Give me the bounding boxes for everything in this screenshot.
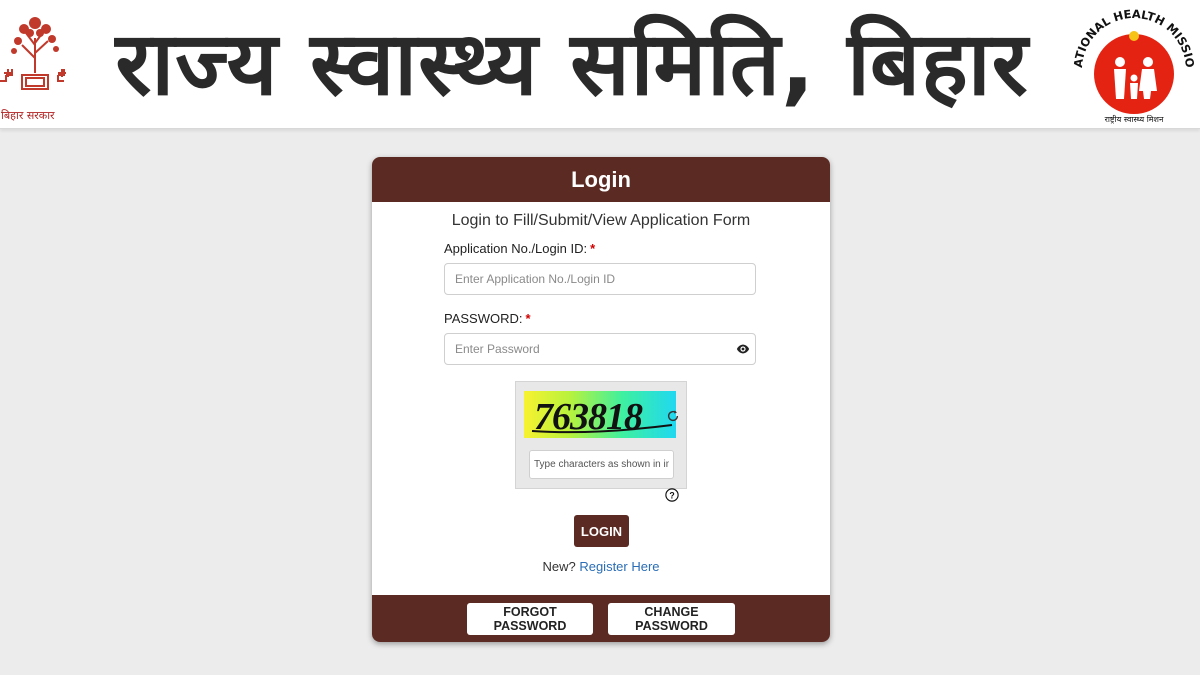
- help-icon[interactable]: ?: [665, 488, 679, 502]
- password-label: PASSWORD: *: [444, 311, 531, 326]
- register-link[interactable]: Register Here: [579, 559, 659, 574]
- svg-text:?: ?: [669, 491, 674, 501]
- login-id-label-text: Application No./Login ID:: [444, 241, 588, 256]
- required-marker: *: [525, 311, 531, 326]
- header-banner: बिहार सरकार राज्य स्वास्थ्य समिति, बिहार…: [0, 0, 1200, 129]
- password-input[interactable]: [444, 333, 756, 365]
- nhm-logo-caption: राष्ट्रीय स्वास्थ्य मिशन: [1105, 114, 1164, 124]
- login-subtitle: Login to Fill/Submit/View Application Fo…: [451, 212, 751, 229]
- captcha-image: 763818: [524, 391, 676, 438]
- login-id-label: Application No./Login ID: *: [444, 241, 595, 256]
- new-user-text: New?: [542, 559, 576, 574]
- login-card-footer: FORGOT PASSWORD CHANGE PASSWORD: [372, 595, 830, 642]
- site-title: राज्य स्वास्थ्य समिति, बिहार: [115, 12, 1029, 115]
- login-title: Login: [571, 166, 631, 192]
- captcha-box: 763818: [515, 381, 687, 489]
- captcha-noise-line: [531, 424, 673, 434]
- password-label-text: PASSWORD:: [444, 311, 523, 326]
- required-marker: *: [590, 241, 596, 256]
- register-line: New? Register Here: [372, 559, 830, 574]
- captcha-input[interactable]: [529, 450, 674, 479]
- refresh-icon[interactable]: [666, 409, 680, 423]
- login-button[interactable]: LOGIN: [574, 515, 629, 547]
- nhm-logo: NATIONAL HEALTH MISSION राष्ट्रीय स्वास्…: [1068, 4, 1197, 124]
- bihar-logo-caption: बिहार सरकार: [1, 109, 55, 122]
- forgot-password-button[interactable]: FORGOT PASSWORD: [467, 603, 593, 635]
- login-card: Login Login to Fill/Submit/View Applicat…: [372, 157, 830, 642]
- login-id-input[interactable]: [444, 263, 756, 295]
- login-card-header: Login: [372, 157, 830, 202]
- change-password-button[interactable]: CHANGE PASSWORD: [608, 603, 735, 635]
- eye-icon[interactable]: [736, 342, 750, 356]
